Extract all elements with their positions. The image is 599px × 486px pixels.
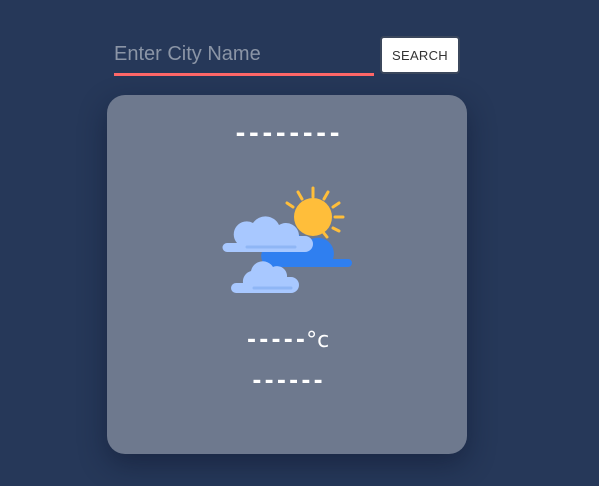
weather-card: -------- -----°c ------ (107, 95, 467, 454)
weather-description: ------ (250, 369, 324, 394)
temperature-value: ----- (244, 328, 307, 353)
search-bar: SEARCH (114, 35, 460, 77)
temperature-unit: °c (306, 328, 330, 353)
search-button[interactable]: SEARCH (380, 36, 460, 74)
city-search-input[interactable] (114, 35, 374, 76)
sun-behind-clouds-icon (222, 186, 352, 293)
city-name: -------- (233, 119, 342, 147)
temperature-row: -----°c (107, 328, 467, 353)
